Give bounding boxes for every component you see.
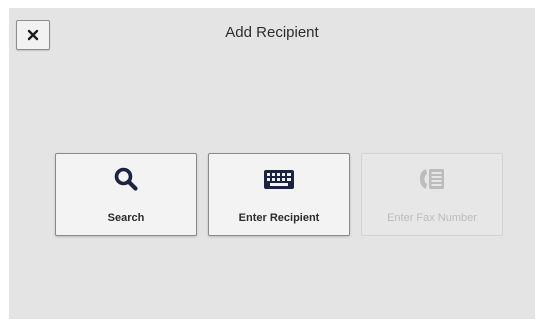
enter-fax-number-label: Enter Fax Number — [387, 212, 477, 224]
search-button[interactable]: Search — [55, 153, 197, 236]
search-icon — [114, 167, 138, 191]
add-recipient-screen: Add Recipient Search Enter Recipient Ent… — [9, 8, 535, 319]
enter-recipient-label: Enter Recipient — [238, 212, 320, 224]
fax-number-icon — [420, 169, 444, 189]
enter-recipient-button[interactable]: Enter Recipient — [208, 153, 350, 236]
keyboard-icon — [264, 170, 294, 189]
enter-fax-number-button[interactable]: Enter Fax Number — [361, 153, 503, 236]
search-label: Search — [107, 212, 145, 224]
page-title: Add Recipient — [225, 24, 319, 41]
